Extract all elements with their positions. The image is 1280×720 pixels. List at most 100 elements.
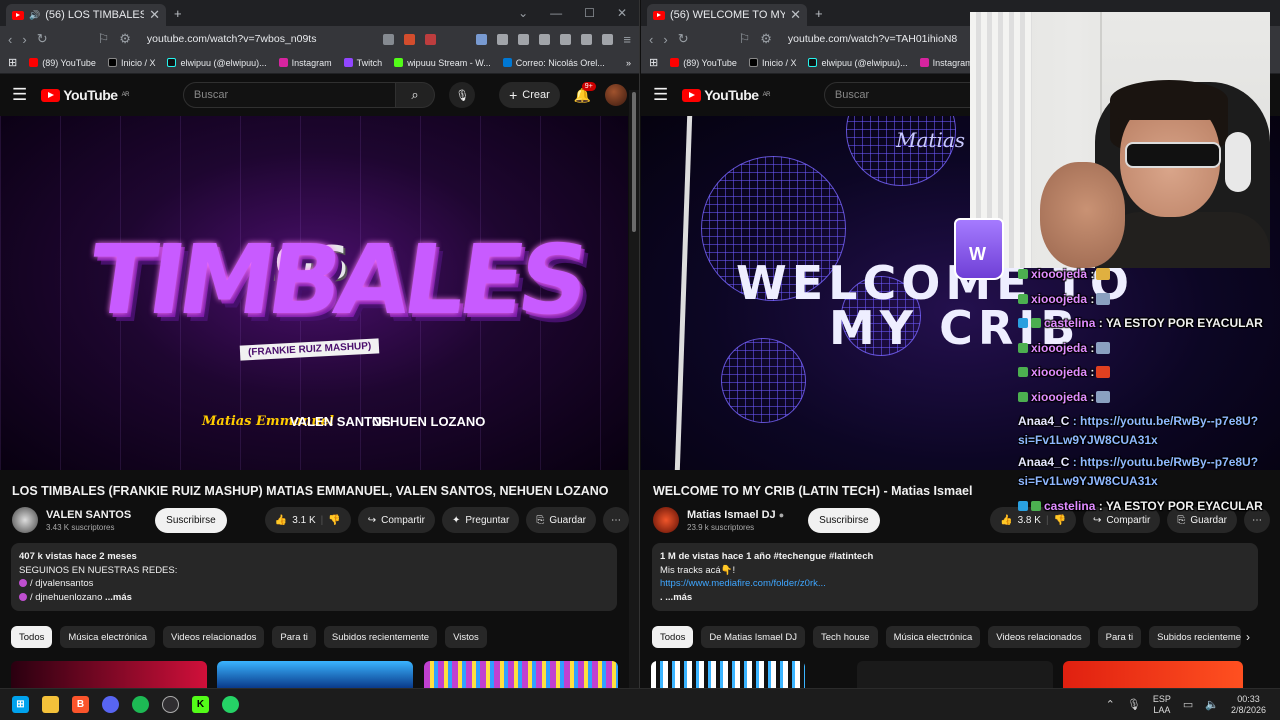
description-more[interactable]: ...más bbox=[105, 592, 132, 603]
channel-name[interactable]: Matias Ismael DJ ● bbox=[687, 509, 784, 521]
video-player[interactable]: LOS TIMBALES (FRANKIE RUIZ MASHUP) Matia… bbox=[0, 116, 628, 470]
forward-icon[interactable]: › bbox=[22, 32, 26, 47]
bookmark-item[interactable]: (89) YouTube bbox=[670, 58, 737, 68]
close-window-icon[interactable]: ✕ bbox=[617, 6, 627, 20]
mic-tray-icon[interactable]: 🎙 bbox=[1127, 698, 1141, 711]
chevron-down-icon[interactable]: ⌄ bbox=[518, 6, 528, 20]
related-thumbnail[interactable] bbox=[217, 661, 413, 688]
spotify-icon[interactable] bbox=[132, 696, 149, 713]
forward-icon[interactable]: › bbox=[663, 32, 667, 47]
speaker-icon[interactable]: 🔊 bbox=[29, 10, 40, 21]
kick-icon[interactable]: K bbox=[192, 696, 209, 713]
obs-icon[interactable] bbox=[162, 696, 179, 713]
chip[interactable]: Para ti bbox=[1097, 626, 1142, 648]
related-thumbnail[interactable] bbox=[651, 661, 805, 688]
chip[interactable]: Videos relacionados bbox=[988, 626, 1090, 648]
brave-shield-icon[interactable] bbox=[404, 33, 416, 45]
bookmark-item[interactable]: Instagram bbox=[919, 58, 973, 68]
minimize-icon[interactable]: — bbox=[550, 6, 562, 20]
chip[interactable]: Música electrónica bbox=[885, 626, 981, 648]
bookmark-item[interactable]: Inicio / X bbox=[748, 58, 796, 68]
related-thumbnail[interactable] bbox=[1063, 661, 1243, 688]
channel-name[interactable]: VALEN SANTOS bbox=[46, 509, 131, 521]
chip[interactable]: Videos relacionados bbox=[163, 626, 265, 648]
related-thumbnail[interactable] bbox=[857, 661, 1053, 688]
description-link-2[interactable]: / djnehuenlozano bbox=[30, 592, 102, 603]
chip[interactable]: Todos bbox=[11, 626, 53, 648]
music-icon[interactable] bbox=[518, 33, 530, 45]
apps-grid-icon[interactable]: ⊞ bbox=[8, 56, 17, 69]
youtube-logo[interactable]: YouTube AR bbox=[41, 87, 129, 103]
save-button[interactable]: ⎘ Guardar bbox=[526, 507, 596, 533]
rewards-icon[interactable] bbox=[425, 33, 437, 45]
chip[interactable]: Todos bbox=[652, 626, 694, 648]
channel-avatar[interactable] bbox=[653, 507, 679, 533]
account-avatar[interactable] bbox=[605, 84, 627, 106]
chevron-up-icon[interactable]: ⌃ bbox=[1106, 698, 1115, 711]
share-button[interactable]: ↪ Compartir bbox=[357, 507, 435, 533]
bookmark-item[interactable]: Inicio / X bbox=[107, 58, 155, 68]
chip[interactable]: Tech house bbox=[813, 626, 878, 648]
scrollbar-thumb[interactable] bbox=[632, 92, 636, 232]
bookmark-item[interactable]: elwipuu (@elwipuu)... bbox=[808, 58, 908, 68]
create-button[interactable]: + Crear bbox=[499, 82, 560, 108]
description-link-1[interactable]: / djvalensantos bbox=[30, 578, 93, 589]
clock[interactable]: 00:33 2/8/2026 bbox=[1231, 694, 1266, 716]
search-input[interactable]: Buscar bbox=[182, 82, 396, 108]
language-indicator[interactable]: ESP LAA bbox=[1153, 694, 1171, 716]
bookmark-item[interactable]: wipuuu Stream - W... bbox=[394, 58, 491, 68]
file-explorer-icon[interactable] bbox=[42, 696, 59, 713]
search-button[interactable]: ⌕ bbox=[395, 82, 436, 108]
hamburger-menu-icon[interactable]: ☰ bbox=[12, 85, 27, 105]
new-tab-icon[interactable]: + bbox=[174, 6, 182, 21]
more-bookmarks-icon[interactable]: » bbox=[626, 58, 631, 68]
puzzle-icon[interactable] bbox=[497, 33, 509, 45]
menu-icon[interactable]: ≡ bbox=[623, 32, 631, 47]
maximize-icon[interactable]: ☐ bbox=[584, 6, 595, 20]
bookmark-icon[interactable]: ⚐ bbox=[739, 31, 751, 47]
back-icon[interactable]: ‹ bbox=[8, 32, 12, 47]
back-icon[interactable]: ‹ bbox=[649, 32, 653, 47]
description-box[interactable]: 1 M de vistas hace 1 año #techengue #lat… bbox=[652, 543, 1258, 611]
browser-tab[interactable]: (56) WELCOME TO MY CRIB (LAT ✕ bbox=[647, 4, 807, 26]
reload-icon[interactable]: ↻ bbox=[678, 31, 689, 47]
sidebar-icon[interactable] bbox=[539, 33, 551, 45]
youtube-logo[interactable]: YouTube AR bbox=[682, 87, 770, 103]
chip[interactable]: Para ti bbox=[272, 626, 316, 648]
network-icon[interactable]: ▭ bbox=[1183, 698, 1193, 711]
cast-icon[interactable] bbox=[383, 33, 395, 45]
related-thumbnail[interactable] bbox=[11, 661, 207, 688]
thumbs-down-icon[interactable]: 👎 bbox=[1054, 515, 1066, 526]
site-info-icon[interactable]: ⚙ bbox=[119, 31, 131, 47]
apps-grid-icon[interactable]: ⊞ bbox=[649, 56, 658, 69]
discord-icon[interactable] bbox=[102, 696, 119, 713]
bookmark-item[interactable]: (89) YouTube bbox=[29, 58, 96, 68]
voice-search-button[interactable]: 🎙 bbox=[449, 82, 476, 108]
extension-icon[interactable] bbox=[476, 33, 488, 45]
new-tab-icon[interactable]: + bbox=[815, 6, 823, 21]
site-info-icon[interactable]: ⚙ bbox=[760, 31, 772, 47]
chip[interactable]: Subidos recienteme bbox=[1149, 626, 1242, 648]
chip[interactable]: De Matias Ismael DJ bbox=[701, 626, 805, 648]
chip[interactable]: Música electrónica bbox=[60, 626, 156, 648]
page-scrollbar[interactable] bbox=[629, 90, 639, 688]
leo-icon[interactable] bbox=[581, 33, 593, 45]
description-box[interactable]: 407 k vistas hace 2 meses SEGUINOS EN NU… bbox=[11, 543, 617, 611]
channel-avatar[interactable] bbox=[12, 507, 38, 533]
speaker-tray-icon[interactable]: 🔈 bbox=[1205, 698, 1219, 711]
browser-tab[interactable]: 🔊 (56) LOS TIMBALES (FRANKIE ✕ bbox=[6, 4, 166, 26]
subscribe-button[interactable]: Suscribirse bbox=[808, 507, 880, 533]
chevron-right-icon[interactable]: › bbox=[1246, 626, 1250, 648]
reload-icon[interactable]: ↻ bbox=[37, 31, 48, 47]
whatsapp-icon[interactable] bbox=[222, 696, 239, 713]
bookmark-item[interactable]: Twitch bbox=[343, 58, 382, 68]
bookmark-item[interactable]: elwipuu (@elwipuu)... bbox=[167, 58, 267, 68]
related-thumbnail[interactable] bbox=[424, 661, 618, 688]
bookmark-icon[interactable]: ⚐ bbox=[98, 31, 110, 47]
more-actions-button[interactable]: ⋯ bbox=[603, 507, 629, 533]
bookmark-item[interactable]: Correo: Nicolás Orel... bbox=[502, 58, 605, 68]
close-tab-icon[interactable]: ✕ bbox=[149, 7, 160, 23]
brave-browser-icon[interactable]: B bbox=[72, 696, 89, 713]
windows-start-icon[interactable]: ⊞ bbox=[12, 696, 29, 713]
description-more[interactable]: . ...más bbox=[660, 592, 692, 603]
